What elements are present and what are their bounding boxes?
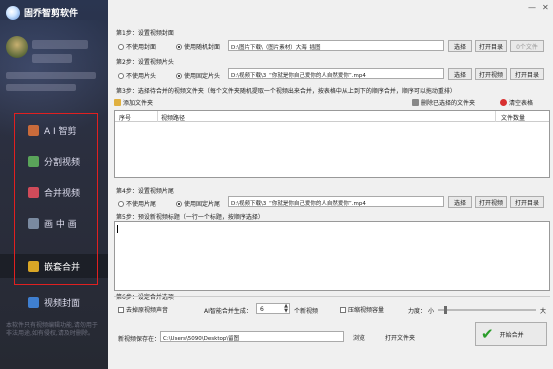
column-header-path: 视频路径 xyxy=(161,115,186,122)
folder-table[interactable]: 序号 视频路径 文件数量 xyxy=(114,110,550,178)
step2-fixed-intro-radio[interactable]: 使用固定片头 xyxy=(176,71,220,80)
main-panel: — ✕ 第1步：设置视频封面 不使用封面 使用随机封面 D:\图片下载\（图片素… xyxy=(108,0,553,369)
checkbox-label: 去掉原视频声音 xyxy=(126,307,169,314)
step4-select-button[interactable]: 选择 xyxy=(448,196,472,208)
sidebar-footer: 本软件只有视频编辑功能,请勿用于非法用途,如有侵权,请及时删除。 xyxy=(6,322,98,337)
column-separator xyxy=(495,111,496,122)
blurred-info xyxy=(6,72,96,79)
step1-file-count-button[interactable]: 0个文件 xyxy=(510,40,544,52)
column-header-index: 序号 xyxy=(119,115,132,122)
step2-intro-path-field[interactable]: D:\视频下载\3_“你就是你自己爱你的人自然爱你”.mp4 xyxy=(228,68,444,79)
clear-icon xyxy=(500,99,507,106)
browse-button[interactable]: 浏览 xyxy=(348,331,370,343)
column-header-count: 文件数量 xyxy=(501,115,526,122)
checkbox-box xyxy=(118,306,124,313)
ai-generate-label: AI智能合并生成： xyxy=(204,308,252,315)
step3-label: 第3步：选择待合并的视频文件夹（每个文件夹随机提取一个视频出来合并，按表格中从上… xyxy=(116,88,456,95)
radio-label: 不使用封面 xyxy=(126,44,157,51)
step2-no-intro-radio[interactable]: 不使用片头 xyxy=(118,71,156,80)
highlight-box xyxy=(14,113,98,285)
step1-cover-path-field[interactable]: D:\图片下载\（图片素材）大海_插图 xyxy=(228,40,444,51)
app-title: 固乔智剪软件 xyxy=(24,9,79,19)
remove-audio-checkbox[interactable]: 去掉原视频声音 xyxy=(118,305,168,314)
folder-add-icon xyxy=(114,99,121,106)
radio-dot xyxy=(176,72,182,79)
radio-label: 不使用片头 xyxy=(126,73,157,80)
radio-dot xyxy=(118,43,124,50)
sidebar-item-label: 视频封面 xyxy=(44,298,81,309)
checkbox-label: 压缩视频容量 xyxy=(348,307,385,314)
radio-dot xyxy=(176,43,182,50)
stepper-value: 6 xyxy=(260,306,264,313)
compress-checkbox[interactable]: 压缩视频容量 xyxy=(340,305,384,314)
checkmark-icon: ✔ xyxy=(481,325,494,343)
radio-dot xyxy=(118,72,124,79)
strength-small-label: 小 xyxy=(428,308,435,315)
open-folder-button[interactable]: 打开文件夹 xyxy=(378,331,422,343)
checkbox-box xyxy=(340,306,346,313)
step1-select-button[interactable]: 选择 xyxy=(448,40,472,52)
step4-outro-path-field[interactable]: D:\视频下载\3_“你就是你自己爱你的人自然爱你”.mp4 xyxy=(228,196,444,207)
button-label: 清空表格 xyxy=(509,100,534,107)
step1-label: 第1步：设置视频封面 xyxy=(116,30,174,37)
minimize-button[interactable]: — xyxy=(528,3,536,12)
video-count-stepper[interactable]: 6 ▲ ▼ xyxy=(256,303,290,314)
clear-table-button[interactable]: 清空表格 xyxy=(500,98,533,107)
step4-open-dir-button[interactable]: 打开目录 xyxy=(510,196,544,208)
video-cover-icon xyxy=(28,296,39,308)
blurred-info xyxy=(32,40,88,49)
text-caret xyxy=(117,225,118,233)
step1-random-cover-radio[interactable]: 使用随机封面 xyxy=(176,42,220,51)
save-location-label: 新视频保存在： xyxy=(118,336,161,343)
blurred-info xyxy=(6,84,76,91)
save-path-field[interactable]: C:\Users\5090\Desktop\留图 xyxy=(160,331,344,342)
step2-label: 第2步：设置视频片头 xyxy=(116,59,174,66)
radio-label: 使用随机封面 xyxy=(184,44,221,51)
delete-icon xyxy=(412,99,419,106)
radio-label: 使用固定片尾 xyxy=(184,201,221,208)
step4-no-outro-radio[interactable]: 不使用片尾 xyxy=(118,199,156,208)
step4-fixed-outro-radio[interactable]: 使用固定片尾 xyxy=(176,199,220,208)
step4-open-video-button[interactable]: 打开视频 xyxy=(475,196,507,208)
button-label: 添加文件夹 xyxy=(123,100,154,107)
button-label: 开始合并 xyxy=(499,331,524,339)
strength-slider[interactable] xyxy=(438,306,536,314)
radio-dot xyxy=(118,200,124,207)
step5-label: 第5步：预设新视频标题（一行一个标题，按顺序选择） xyxy=(116,214,264,221)
step1-open-dir-button[interactable]: 打开目录 xyxy=(475,40,507,52)
radio-label: 不使用片尾 xyxy=(126,201,157,208)
step2-select-button[interactable]: 选择 xyxy=(448,68,472,80)
sidebar: 固乔智剪软件 A I 智剪 分割视频 合并视频 画 中 画 嵌套合并 视频封面 … xyxy=(0,0,108,369)
radio-label: 使用固定片头 xyxy=(184,73,221,80)
strength-large-label: 大 xyxy=(540,308,547,315)
sidebar-item-video-cover[interactable]: 视频封面 xyxy=(18,290,94,314)
delete-selected-folder-button[interactable]: 删除已选择的文件夹 xyxy=(412,98,475,107)
avatar xyxy=(6,36,28,58)
step4-label: 第4步：设置视频片尾 xyxy=(116,188,174,195)
stepper-arrows-icon[interactable]: ▲ ▼ xyxy=(284,304,288,314)
column-separator xyxy=(157,111,158,122)
table-header: 序号 视频路径 文件数量 xyxy=(115,111,549,122)
slider-handle[interactable] xyxy=(444,306,447,314)
radio-dot xyxy=(176,200,182,207)
blurred-info xyxy=(32,54,72,63)
step1-no-cover-radio[interactable]: 不使用封面 xyxy=(118,42,156,51)
button-label: 删除已选择的文件夹 xyxy=(421,100,476,107)
add-folder-button[interactable]: 添加文件夹 xyxy=(114,98,153,107)
video-count-unit: 个新视频 xyxy=(294,308,319,315)
step2-open-video-button[interactable]: 打开视频 xyxy=(475,68,507,80)
titles-textarea[interactable] xyxy=(114,221,550,291)
app-logo-icon xyxy=(6,6,20,20)
start-merge-button[interactable]: ✔ 开始合并 xyxy=(475,322,547,346)
strength-label: 力度： xyxy=(408,308,427,315)
close-button[interactable]: ✕ xyxy=(542,3,549,12)
step2-open-dir-button[interactable]: 打开目录 xyxy=(510,68,544,80)
